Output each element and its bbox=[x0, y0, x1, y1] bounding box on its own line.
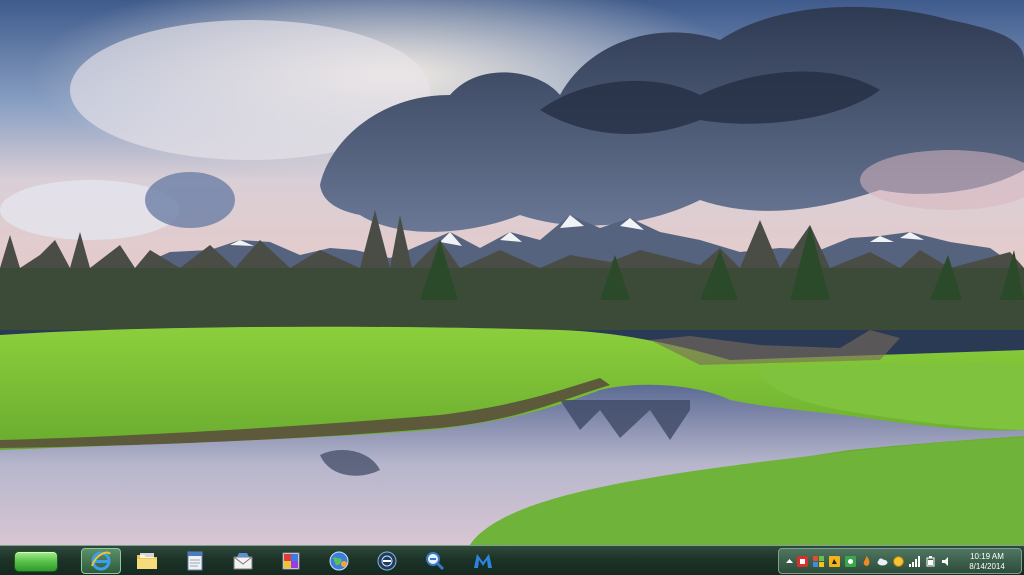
green-app-icon[interactable] bbox=[845, 556, 856, 567]
start-button[interactable] bbox=[14, 551, 58, 572]
clock-date[interactable]: 8/14/2014 bbox=[959, 562, 1015, 571]
taskbar-paint-button[interactable] bbox=[274, 548, 308, 574]
globe-icon bbox=[329, 551, 349, 571]
malwarebytes-icon bbox=[474, 554, 492, 568]
flag-icon[interactable] bbox=[813, 556, 824, 567]
taskbar-mail-button[interactable] bbox=[226, 548, 260, 574]
system-tray: 10:19 AM 8/14/2014 bbox=[778, 548, 1022, 574]
taskbar-ie-button[interactable] bbox=[81, 548, 121, 574]
folder-icon bbox=[137, 553, 157, 569]
expand-arrow-icon[interactable] bbox=[784, 556, 795, 567]
clock-time[interactable]: 10:19 AM bbox=[959, 552, 1015, 561]
flame-icon[interactable] bbox=[861, 556, 872, 567]
mail-icon bbox=[233, 553, 253, 570]
taskbar-media-center-button[interactable] bbox=[370, 548, 404, 574]
volume-icon[interactable] bbox=[941, 556, 952, 567]
coin-icon[interactable] bbox=[893, 556, 904, 567]
taskbar-globe-button[interactable] bbox=[322, 548, 356, 574]
red-app-icon[interactable] bbox=[797, 556, 808, 567]
ie-icon bbox=[91, 551, 111, 571]
taskbar-malwarebytes-button[interactable] bbox=[466, 548, 500, 574]
yellow-app-icon[interactable] bbox=[829, 556, 840, 567]
signal-icon[interactable] bbox=[909, 556, 920, 567]
taskbar-search-button[interactable] bbox=[418, 548, 452, 574]
magnifier-icon bbox=[426, 552, 445, 571]
notepad-icon bbox=[187, 551, 203, 571]
paint-icon bbox=[282, 552, 300, 570]
media-center-icon bbox=[377, 551, 397, 571]
cloud-icon[interactable] bbox=[877, 556, 888, 567]
power-icon[interactable] bbox=[925, 556, 936, 567]
desktop-wallpaper bbox=[0, 0, 1024, 545]
taskbar-explorer-button[interactable] bbox=[130, 548, 164, 574]
taskbar-notepad-button[interactable] bbox=[178, 548, 212, 574]
taskbar: 10:19 AM 8/14/2014 bbox=[0, 545, 1024, 575]
